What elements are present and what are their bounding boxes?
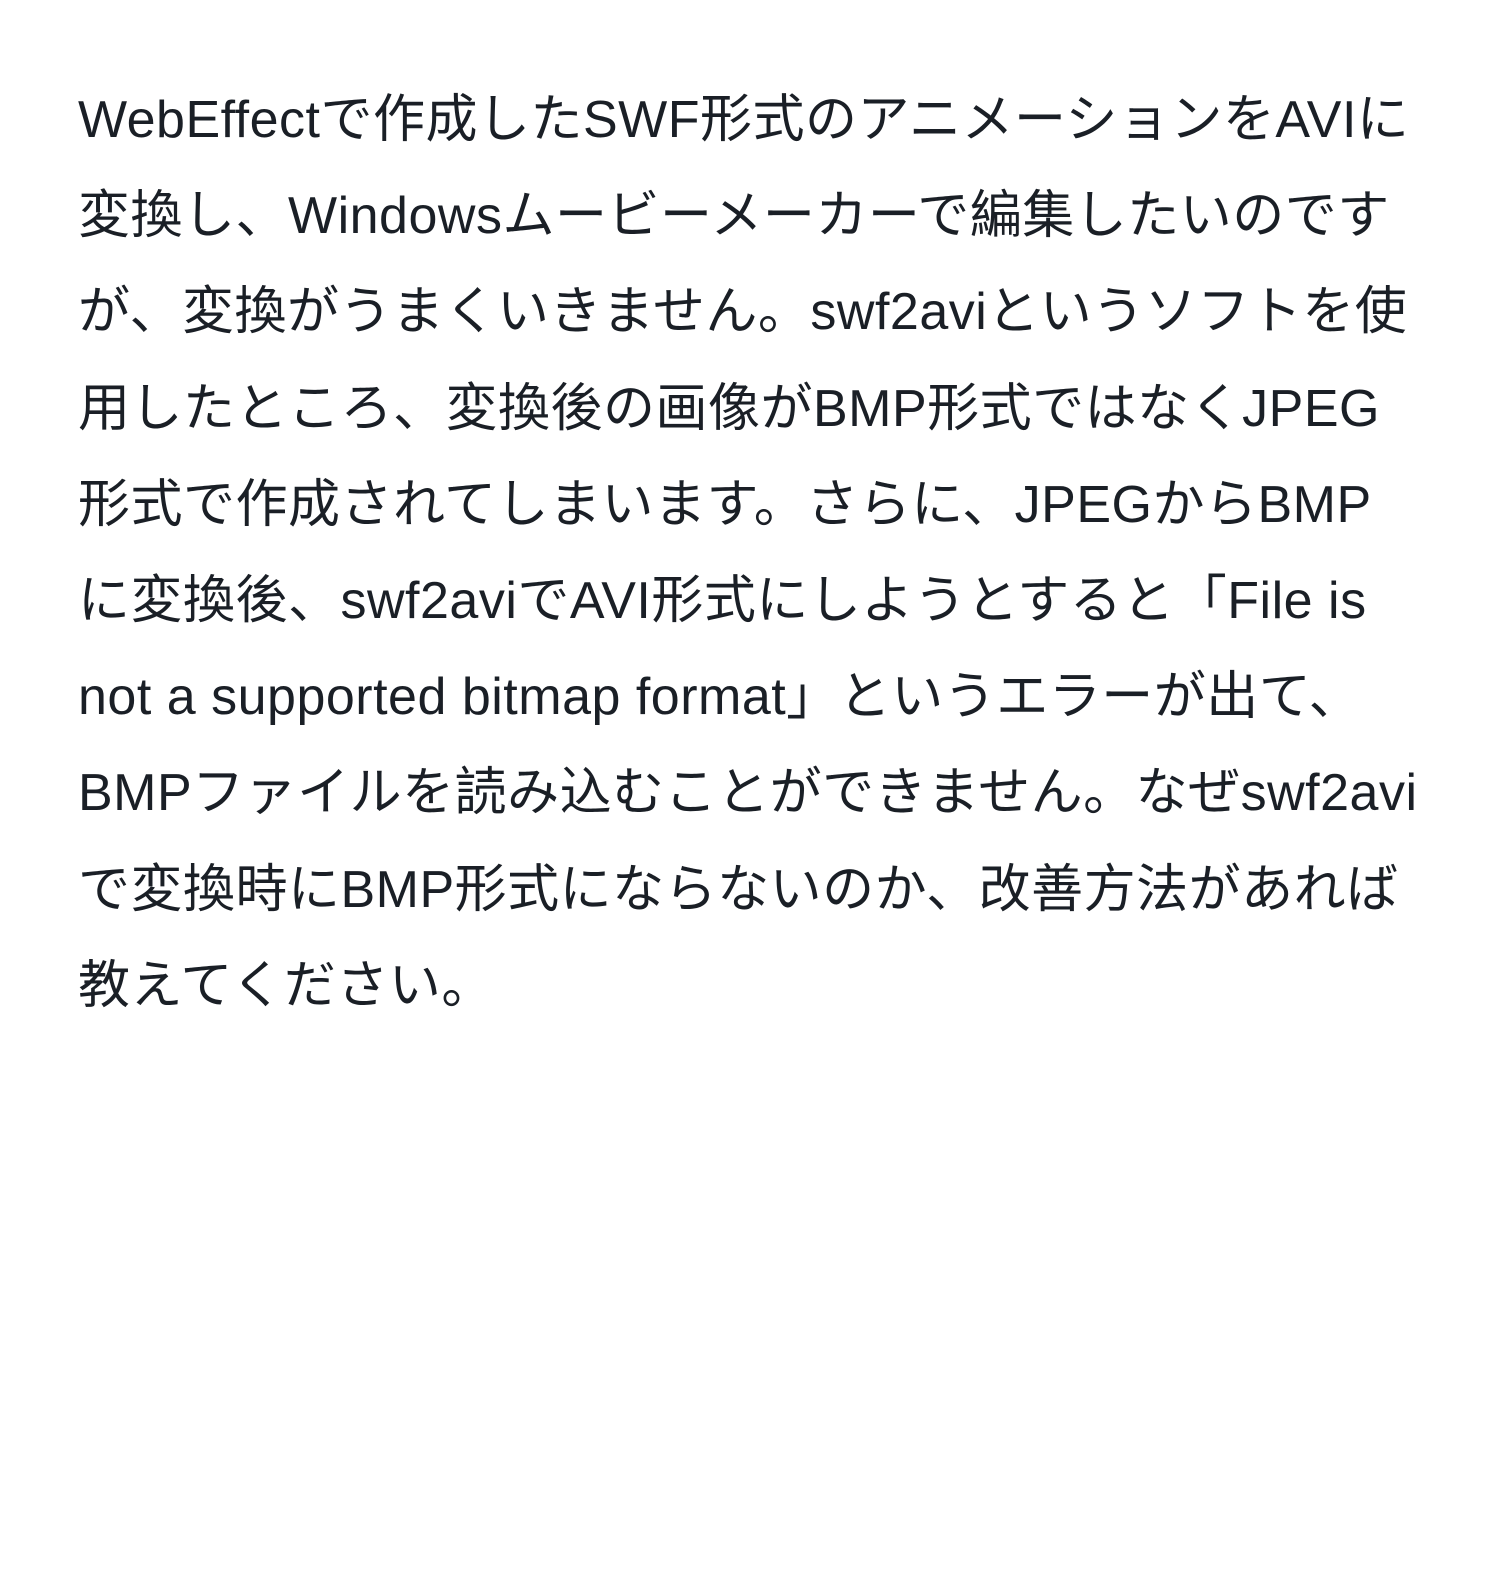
document-paragraph: WebEffectで作成したSWF形式のアニメーションをAVIに変換し、Wind… <box>78 72 1422 1034</box>
